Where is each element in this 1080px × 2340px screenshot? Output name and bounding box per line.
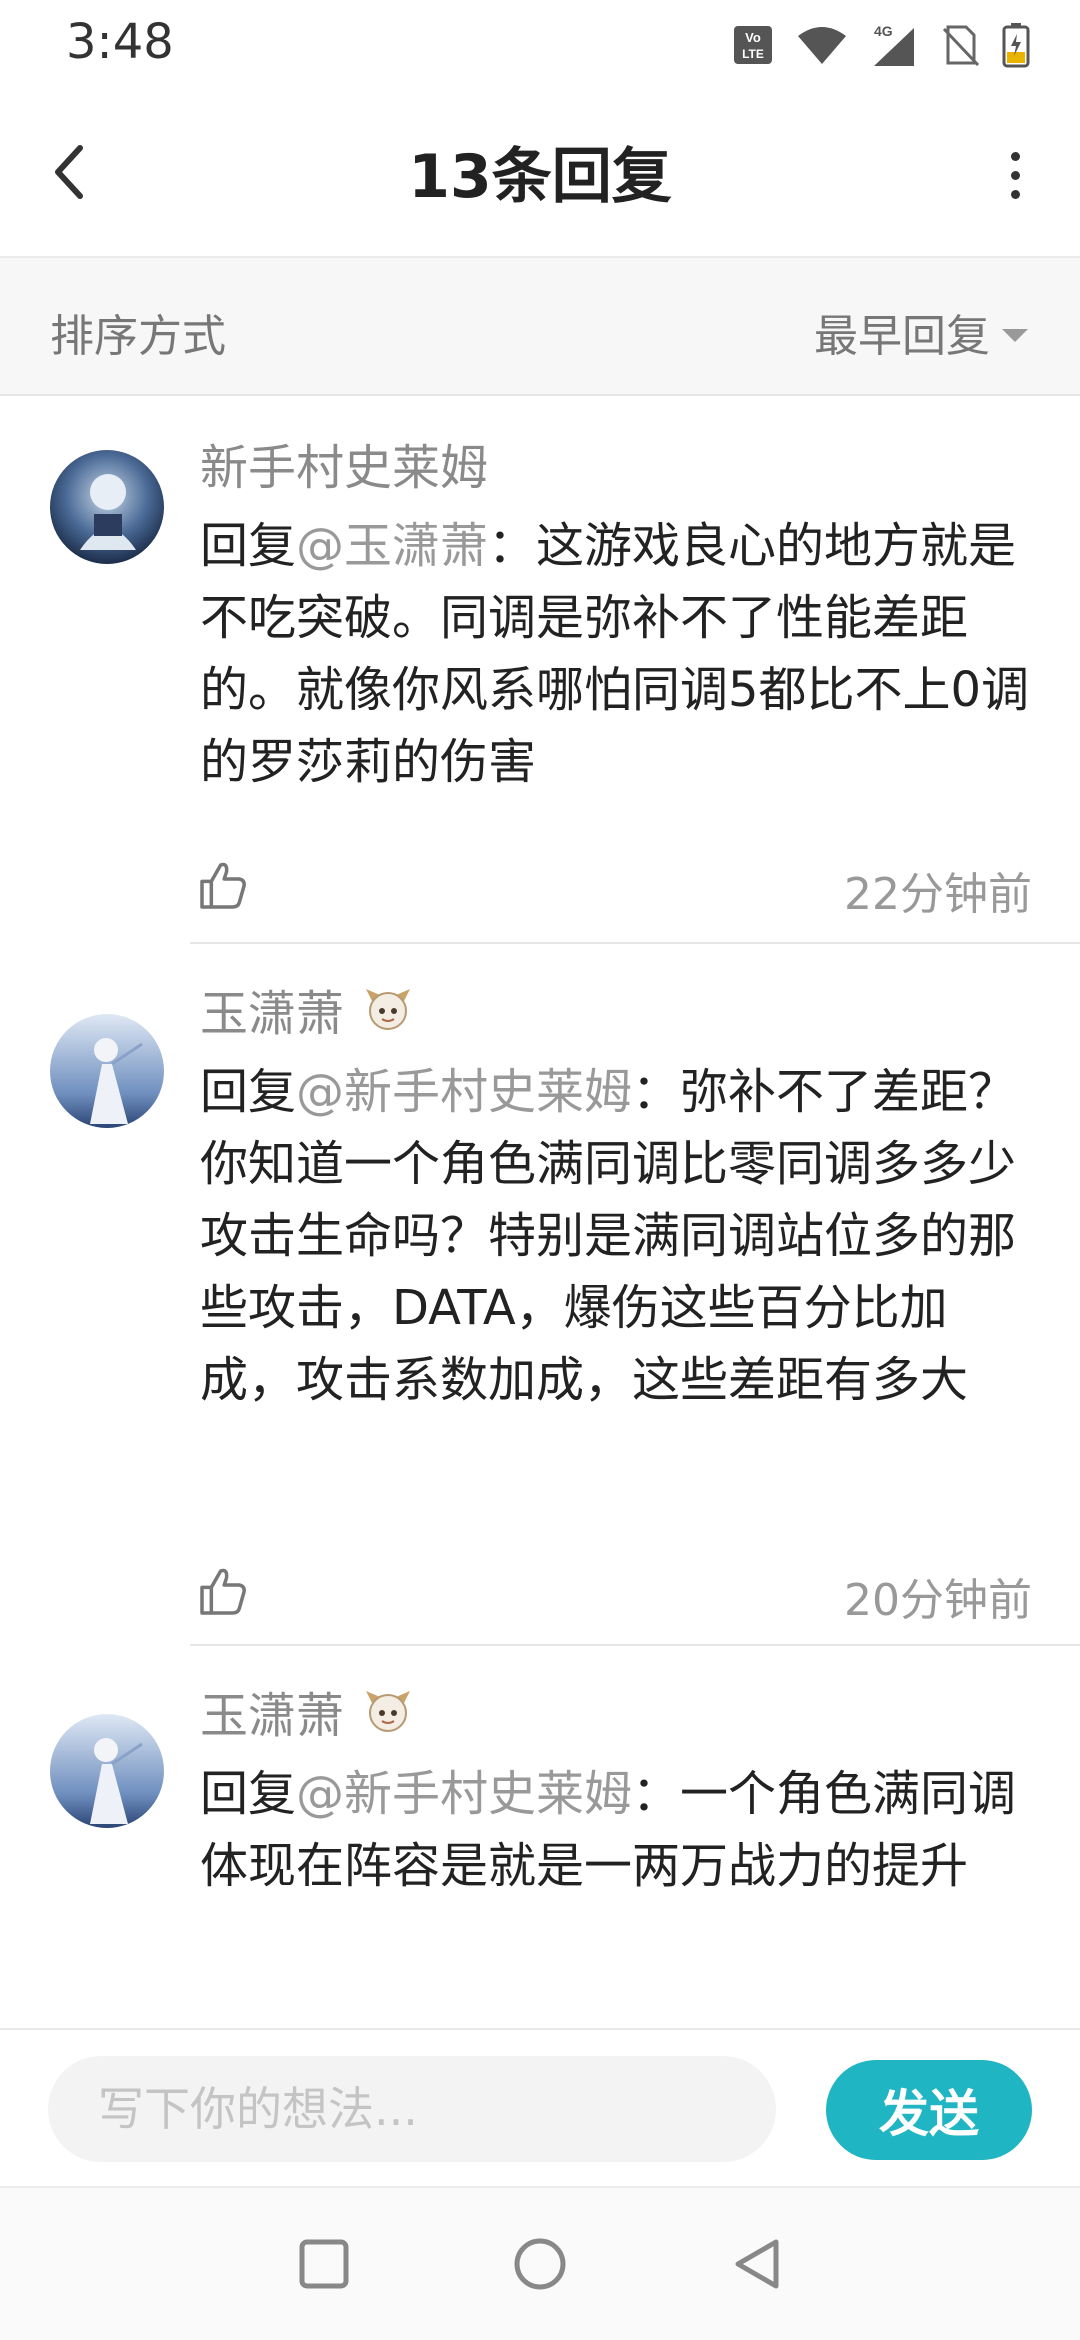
mention-link[interactable]: @新手村史莱姆 [296,1766,632,1822]
svg-text:LTE: LTE [742,47,764,61]
svg-text:Vo: Vo [745,30,761,45]
signal-4g-icon: 4G [870,22,918,68]
triangle-back-icon [735,2239,779,2289]
comment-body: 新手村史莱姆 回复@玉潇萧：这游戏良心的地方就是不吃突破。同调是弥补不了性能差距… [200,428,1032,798]
comment-meta: 22分钟前 [195,850,1032,920]
character-badge-icon [366,989,411,1030]
page-title: 13条回复 [408,142,672,212]
comment-text: 回复@新手村史莱姆：一个角色满同调体现在阵容是就是一两万战力的提升 [200,1758,1032,1902]
comment-time: 20分钟前 [844,1575,1032,1626]
comment-text: 回复@玉潇萧：这游戏良心的地方就是不吃突破。同调是弥补不了性能差距的。就像你风系… [200,510,1032,798]
status-icons: Vo LTE 4G [732,20,1030,70]
circle-icon [514,2238,566,2290]
square-icon [299,2239,349,2289]
mention-link[interactable]: @新手村史莱姆 [296,1064,632,1120]
comment-meta: 20分钟前 [195,1556,1032,1626]
more-options-button[interactable] [990,140,1040,210]
reply-prefix: 回复 [200,1064,297,1120]
system-navigation-bar [0,2188,1080,2340]
top-app-bar: 13条回复 [0,90,1080,258]
avatar[interactable] [50,1714,164,1828]
status-bar: 3:48 Vo LTE 4G [0,0,1080,90]
no-sim-icon [940,23,980,67]
sort-value: 最早回复 [814,311,990,362]
more-vertical-icon [1010,151,1020,161]
divider [190,942,1080,944]
sort-label: 排序方式 [50,311,226,362]
recent-apps-button[interactable] [292,2232,356,2296]
volte-icon: Vo LTE [732,24,774,66]
wifi-icon [796,24,848,66]
reply-input-bar: 发送 [0,2028,1080,2188]
comment-body: 玉潇萧 回复@新手村史莱姆：一个角色满同调体现在阵容是就是一两万战力的提升 [200,1676,1032,1902]
home-button[interactable] [508,2232,572,2296]
battery-charging-icon [1002,22,1030,68]
sort-bar: 排序方式 最早回复 [0,258,1080,396]
comment-time: 22分钟前 [844,869,1032,920]
caret-down-icon [1002,328,1028,342]
author-row: 玉潇萧 [200,974,1032,1044]
author-row: 玉潇萧 [200,1676,1032,1746]
status-time: 3:48 [66,14,174,70]
back-nav-button[interactable] [726,2232,790,2296]
like-icon[interactable] [195,858,251,914]
divider [190,1644,1080,1646]
author-name[interactable]: 新手村史莱姆 [200,428,488,498]
svg-text:4G: 4G [874,23,893,39]
mention-link[interactable]: @玉潇萧 [296,518,488,574]
comment-body: 玉潇萧 回复@新手村史莱姆：弥补不了差距？你知道一个角色满同调比零同调多多少攻击… [200,974,1032,1416]
reply-prefix: 回复 [200,1766,297,1822]
author-name[interactable]: 玉潇萧 [200,974,344,1044]
avatar[interactable] [50,1014,164,1128]
reply-input[interactable] [48,2056,776,2162]
sort-dropdown[interactable]: 最早回复 [814,300,1028,364]
author-row: 新手村史莱姆 [200,428,1032,498]
send-button[interactable]: 发送 [826,2060,1032,2160]
author-name[interactable]: 玉潇萧 [200,1676,344,1746]
comment-text: 回复@新手村史莱姆：弥补不了差距？你知道一个角色满同调比零同调多多少攻击生命吗？… [200,1056,1032,1416]
like-icon[interactable] [195,1564,251,1620]
avatar[interactable] [50,450,164,564]
character-badge-icon [366,1691,411,1732]
reply-prefix: 回复 [200,518,297,574]
